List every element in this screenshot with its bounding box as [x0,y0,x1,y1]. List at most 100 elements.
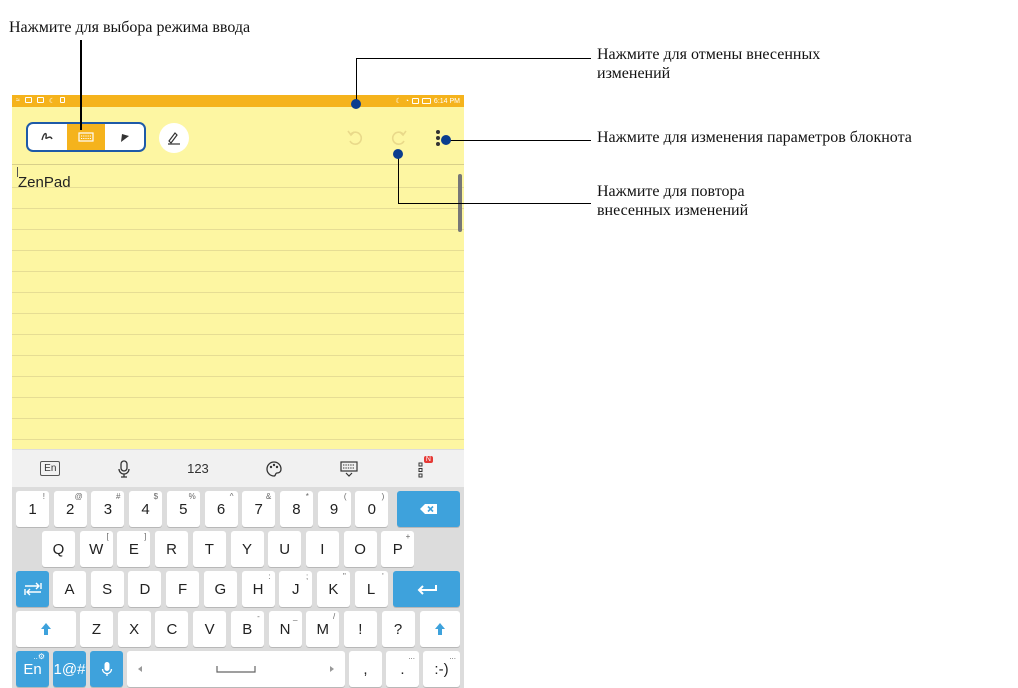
shift-left-key[interactable] [16,611,76,647]
key-P[interactable]: P + [381,531,415,567]
key-E[interactable]: E] [117,531,151,567]
key-4[interactable]: 4 $ [129,491,163,527]
key-label: T [204,540,214,558]
comma-key[interactable]: , [349,651,382,687]
key-label: R [166,540,178,558]
callout-redo-line2: внесенных изменений [597,202,749,219]
palette-icon[interactable] [265,460,283,478]
key-label: , [363,660,368,678]
key-Q[interactable]: Q [42,531,75,567]
key-label: A [64,580,75,598]
key-label: Q [52,540,65,558]
key-5[interactable]: 5% [166,491,200,527]
key-3[interactable]: 3 # [91,491,125,527]
stylus-mode-button[interactable] [105,124,144,150]
key-X[interactable]: X [117,611,151,647]
battery-icon [421,98,431,104]
notification-icon [60,97,66,103]
tab-icon [23,582,42,596]
key-M[interactable]: M / [306,611,340,647]
key-question[interactable]: ? [381,611,415,647]
key-D[interactable]: D [128,571,162,607]
key-secondary-label: % [188,492,196,501]
shift-icon [434,622,446,636]
key-label: U [279,540,291,558]
keyboard-mode-button[interactable] [66,124,106,150]
key-G[interactable]: G [203,571,237,607]
redo-button[interactable] [386,125,412,151]
key-V[interactable]: V [193,611,227,647]
key-S[interactable]: S [90,571,124,607]
period-key[interactable]: .... [386,651,419,687]
key-0[interactable]: 0) [355,491,389,527]
key-label: Y [241,540,252,558]
key-6[interactable]: 6 ^ [204,491,238,527]
language-key[interactable]: En ..⚙ [16,651,49,687]
more-keyboard-options[interactable]: N [416,455,436,479]
key-7[interactable]: 7 & [242,491,276,527]
callout-dot-undo [351,99,361,109]
key-I[interactable]: I [305,531,339,567]
key-B[interactable]: B- [230,611,264,647]
backspace-key[interactable] [397,491,460,527]
cursor-left-icon [137,665,143,673]
handwriting-mode-button[interactable] [28,124,67,150]
notification-icon [36,97,44,103]
tab-key[interactable] [16,571,49,607]
key-1[interactable]: 1! [16,491,49,527]
space-key[interactable] [127,651,345,687]
emoticon-key[interactable]: :-)... [423,651,460,687]
key-label: 7 [254,500,263,518]
key-label: B [242,620,253,638]
callout-input-mode: Нажмите для выбора режима ввода [9,19,251,36]
key-T[interactable]: T [192,531,226,567]
language-button[interactable]: En [40,461,61,476]
key-H[interactable]: H: [241,571,275,607]
backspace-icon [419,503,439,515]
voice-input-key[interactable] [90,651,123,687]
key-A[interactable]: A [53,571,86,607]
mic-icon[interactable] [117,459,131,478]
key-label: P [392,540,403,558]
key-secondary-label: ! [42,492,45,501]
numbers-button[interactable]: 123 [187,461,209,476]
device-screen: ≈ ☾ ☾ ◔ 6:14 PM ZenPad En 123 N 1 ! 2 @ … [12,95,464,688]
key-label: En [23,660,42,678]
key-J[interactable]: J; [279,571,313,607]
key-secondary-label: : [268,572,271,581]
key-exclamation[interactable]: ! [343,611,377,647]
moon-icon: ☾ [395,98,402,105]
key-label: K [328,580,339,598]
pen-settings-button[interactable] [159,123,189,153]
callout-line-redo-vertical [398,154,399,204]
shift-right-key[interactable] [420,611,460,647]
status-time: 6:14 PM [433,97,460,105]
cursor-right-icon [329,665,335,673]
key-secondary-label: ] [144,532,147,541]
key-label: H [252,580,264,598]
key-U[interactable]: U [268,531,302,567]
key-R[interactable]: R [155,531,189,567]
key-F[interactable]: F [166,571,200,607]
key-O[interactable]: O [343,531,377,567]
key-8[interactable]: 8 * [279,491,313,527]
key-secondary-label: _ [293,612,298,621]
key-L[interactable]: L ' [354,571,388,607]
key-label: W [89,540,104,558]
symbols-key[interactable]: 1@# [53,651,86,687]
key-K[interactable]: K " [316,571,350,607]
key-C[interactable]: C [155,611,189,647]
key-Y[interactable]: Y [230,531,264,567]
note-editor[interactable]: ZenPad [12,165,464,449]
more-vert-icon [436,130,440,146]
undo-button[interactable] [342,125,368,151]
key-9[interactable]: 9( [317,491,351,527]
key-Z[interactable]: Z [80,611,113,647]
enter-key[interactable] [393,571,460,607]
keyboard-hide-icon[interactable] [339,460,359,478]
key-N[interactable]: N _ [268,611,302,647]
key-label: 4 [141,500,150,518]
key-2[interactable]: 2 @ [53,491,87,527]
key-W[interactable]: W[ [79,531,113,567]
callout-line-input-mode [80,40,82,130]
